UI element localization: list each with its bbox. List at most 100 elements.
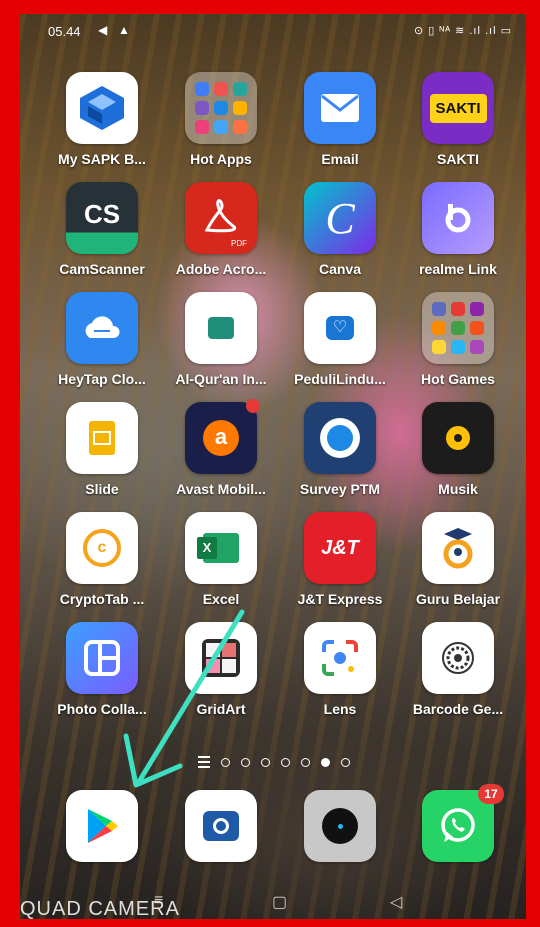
app-label: Al-Qur'an In... [175,371,267,387]
app-label: Hot Games [421,371,495,387]
app-label: Lens [323,701,357,717]
app-cryptotab[interactable]: c CryptoTab ... [47,512,157,607]
play-store-icon [66,790,138,862]
app-label: Barcode Ge... [412,701,504,717]
app-photo-collage[interactable]: Photo Colla... [47,622,157,717]
excel-icon-text: X [197,537,217,559]
home-nav-icon[interactable]: ▢ [272,892,287,912]
app-label: HeyTap Clo... [58,371,146,387]
app-lens[interactable]: Lens [285,622,395,717]
status-indicators: ⊙ ▯ ᴺᴬ ≋ .ıl .ıl ▭ [413,25,512,37]
folder-icon [185,72,257,144]
dock-play-store[interactable] [47,790,157,862]
pdf-text: PDF [231,239,247,248]
adobe-acrobat-icon: PDF [185,182,257,254]
camera-app-icon [185,790,257,862]
canva-icon-text: C [325,193,355,243]
app-realme-link[interactable]: realme Link [403,182,513,277]
app-my-sapk[interactable]: My SAPK B... [47,72,157,167]
page-dot-active[interactable] [321,757,330,767]
app-label: PeduliLindu... [294,371,386,387]
app-label: SAKTI [437,151,479,167]
status-bar: 05.44 ◀ ▲ ⊙ ▯ ᴺᴬ ≋ .ıl .ıl ▭ [20,14,526,46]
quran-icon [185,292,257,364]
app-label: My SAPK B... [58,151,146,167]
app-adobe-acrobat[interactable]: PDF Adobe Acro... [166,182,276,277]
app-label: Musik [438,481,478,497]
music-icon [422,402,494,474]
app-heytap-cloud[interactable]: HeyTap Clo... [47,292,157,387]
app-excel[interactable]: X Excel [166,512,276,607]
dock-camera-app[interactable] [166,790,276,862]
camscanner-icon: CS [66,182,138,254]
whatsapp-icon: 17 [422,784,504,862]
home-screen: 05.44 ◀ ▲ ⊙ ▯ ᴺᴬ ≋ .ıl .ıl ▭ My SAPK B..… [20,14,526,919]
gridart-icon [185,622,257,694]
folder-hot-apps[interactable]: Hot Apps [166,72,276,167]
app-label: GridArt [196,701,246,717]
jt-express-icon: J&T [304,512,376,584]
barcode-icon [422,622,494,694]
app-sakti[interactable]: SAKTI SAKTI [403,72,513,167]
folder-icon [422,292,494,364]
page-dot[interactable] [261,757,270,767]
status-time: 05.44 [48,24,81,39]
tut-wuri-icon [304,402,376,474]
app-al-quran[interactable]: Al-Qur'an In... [166,292,276,387]
slide-icon [66,402,138,474]
circle-app-icon [304,790,376,862]
app-musik[interactable]: Musik [403,402,513,497]
app-slide[interactable]: Slide [47,402,157,497]
app-guru-belajar[interactable]: Guru Belajar [403,512,513,607]
cloud-icon [66,292,138,364]
app-label: Avast Mobil... [176,481,266,497]
dock-whatsapp[interactable]: 17 [403,784,513,862]
app-label: Photo Colla... [57,701,147,717]
app-label: CamScanner [59,261,145,277]
back-nav-icon[interactable]: ◁ [390,892,402,912]
notification-badge: 17 [478,784,504,804]
page-dot[interactable] [301,757,310,767]
canva-icon: C [304,182,376,254]
camscanner-icon-text: CS [83,198,121,229]
guru-belajar-icon [422,512,494,584]
app-jt-express[interactable]: J&T J&T Express [285,512,395,607]
peduli-lindungi-icon: ♡ [304,292,376,364]
menu-lines-icon[interactable] [198,756,210,768]
notification-dot [246,399,260,413]
app-label: Excel [202,591,240,607]
app-peduli-lindungi[interactable]: ♡ PeduliLindu... [285,292,395,387]
app-label: J&T Express [297,591,383,607]
avast-icon: a [185,399,260,474]
camera-watermark: QUAD CAMERA [20,898,180,919]
folder-hot-games[interactable]: Hot Games [403,292,513,387]
page-indicator[interactable] [198,756,350,768]
warning-icon: ▲ [118,23,130,37]
sakti-icon-text: SAKTI [429,93,487,123]
page-dot[interactable] [341,757,350,767]
dock-circle-app[interactable] [285,790,395,862]
app-camscanner[interactable]: CS CamScanner [47,182,157,277]
page-dot[interactable] [281,757,290,767]
app-canva[interactable]: C Canva [285,182,395,277]
photo-collage-icon [66,622,138,694]
app-label: Guru Belajar [415,591,501,607]
jt-icon-text: J&T [321,536,359,559]
page-dot[interactable] [221,757,230,767]
app-email[interactable]: Email [285,72,395,167]
app-avast[interactable]: a Avast Mobil... [166,399,276,497]
app-barcode-generator[interactable]: Barcode Ge... [403,622,513,717]
app-label: Slide [85,481,119,497]
app-label: Canva [318,261,362,277]
app-label: realme Link [419,261,497,277]
app-gridart[interactable]: GridArt [166,622,276,717]
lens-icon [304,622,376,694]
page-dot[interactable] [241,757,250,767]
cryptotab-icon: c [66,512,138,584]
email-icon [304,72,376,144]
telegram-icon: ◀ [98,23,108,37]
app-survey-ptm[interactable]: Survey PTM [285,402,395,497]
app-label: Survey PTM [299,481,381,497]
sakti-icon: SAKTI [422,72,494,144]
app-label: Email [321,151,359,167]
